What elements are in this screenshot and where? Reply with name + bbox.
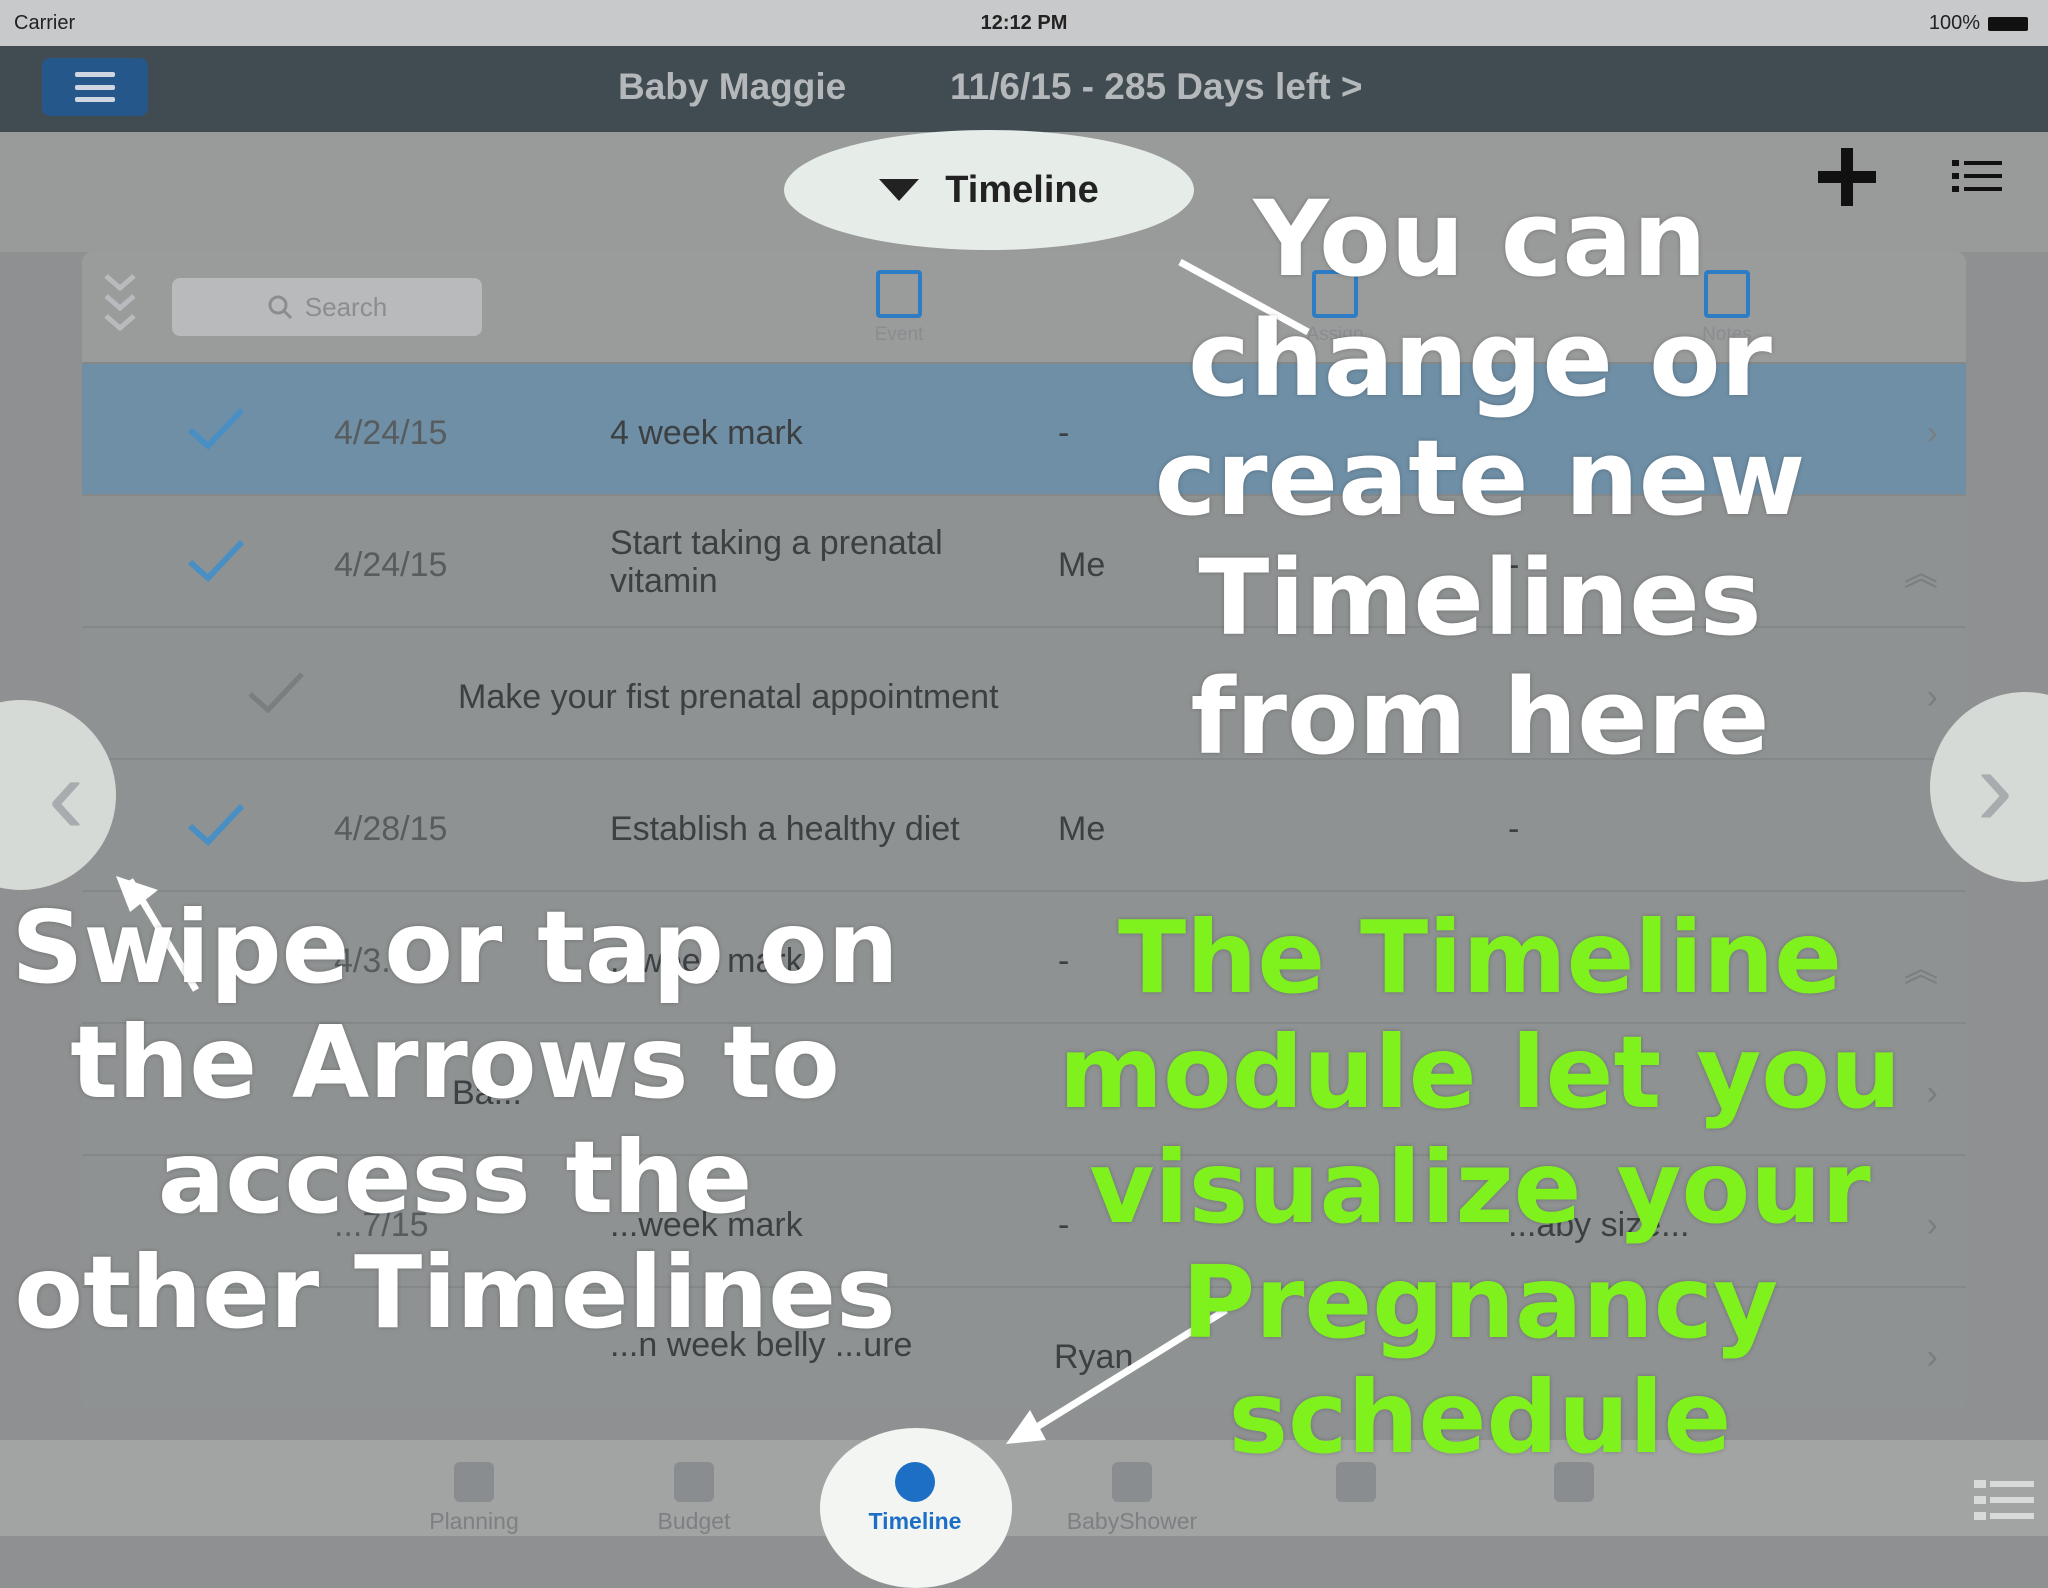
search-placeholder: Search — [304, 291, 388, 322]
nav-bar: Baby Maggie 11/6/15 - 285 Days left > — [0, 46, 2048, 132]
tab-planning[interactable]: Planning — [404, 1462, 544, 1535]
chevron-right-icon: › — [1926, 414, 1938, 452]
chevron-left-icon: ‹ — [47, 733, 85, 857]
hamburger-icon — [75, 72, 115, 102]
tab-timeline-label: Timeline — [868, 1508, 962, 1534]
tab-budget-label: Budget — [657, 1508, 731, 1534]
collapse-chevrons-icon[interactable] — [104, 270, 136, 342]
triangle-down-icon — [879, 179, 920, 201]
list-icon[interactable] — [1952, 158, 2002, 194]
event-icon — [876, 270, 922, 318]
tab-budget[interactable]: Budget — [624, 1462, 764, 1535]
checkmark-icon[interactable] — [186, 800, 246, 848]
chevron-right-icon: › — [1926, 1338, 1938, 1376]
row-assign: - — [1058, 414, 1070, 452]
callout-change-timelines: You can change or create new Timelines f… — [1154, 178, 1806, 779]
row-event: Make your fist prenatal appointment — [458, 678, 999, 716]
row-date: 4/24/15 — [334, 546, 448, 584]
row-assign: Me — [1058, 810, 1106, 848]
chevron-right-icon: › — [1976, 725, 2014, 849]
cart-icon — [674, 1462, 714, 1502]
baby-name[interactable]: Baby Maggie — [618, 66, 846, 108]
callout-timeline-module: The Timeline module let you visualize yo… — [1058, 899, 1902, 1476]
column-event-label: Event — [874, 324, 924, 345]
row-note: - — [1508, 810, 1520, 848]
planning-icon — [454, 1462, 494, 1502]
row-date: 4/24/15 — [334, 414, 448, 452]
chevron-right-icon: › — [1926, 678, 1938, 716]
checkmark-icon[interactable] — [186, 404, 246, 452]
callout-swipe-arrows: Swipe or tap on the Arrows to access the… — [11, 889, 899, 1351]
status-bar: Carrier 12:12 PM 100% — [0, 0, 2048, 46]
tab-planning-label: Planning — [429, 1508, 519, 1534]
tab-babyshower-label: BabyShower — [1066, 1508, 1198, 1534]
due-date-link[interactable]: 11/6/15 - 285 Days left > — [950, 66, 1362, 108]
chevron-right-icon: › — [1926, 1074, 1938, 1112]
row-date: 4/28/15 — [334, 810, 448, 848]
menu-button[interactable] — [42, 58, 148, 116]
battery-percent: 100% — [1928, 12, 1980, 34]
row-event: Start taking a prenatal vitamin — [610, 524, 943, 600]
table-row[interactable]: 4/28/15 Establish a healthy diet Me - — [82, 758, 1966, 892]
search-icon — [268, 295, 292, 320]
chevron-right-icon: › — [1926, 1206, 1938, 1244]
row-event: Establish a healthy diet — [610, 810, 960, 848]
priority-chevrons-icon: ︽ — [1904, 555, 1938, 593]
checkmark-icon[interactable] — [186, 536, 246, 584]
list-view-icon[interactable] — [1974, 1478, 2034, 1522]
battery-icon — [1988, 16, 2028, 31]
clock: 12:12 PM — [980, 12, 1068, 34]
column-event[interactable]: Event — [804, 270, 994, 346]
tab-timeline[interactable]: Timeline — [840, 1462, 990, 1535]
row-event: 4 week mark — [610, 414, 803, 452]
timeline-selector-label: Timeline — [945, 168, 1099, 211]
battery-indicator: 100% — [1929, 12, 2028, 35]
clock-icon — [895, 1462, 935, 1502]
checkmark-icon[interactable] — [246, 668, 306, 716]
search-field[interactable]: Search — [172, 278, 482, 336]
